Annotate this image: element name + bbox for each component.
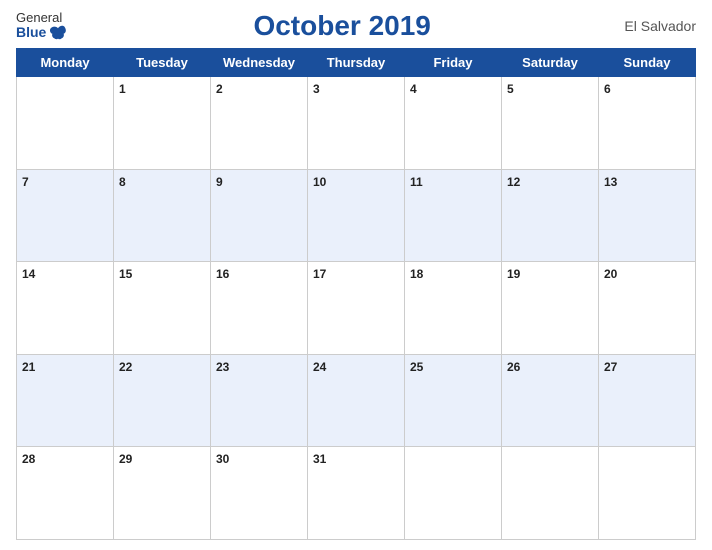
weekday-header-thursday: Thursday [308,49,405,77]
weekday-header-sunday: Sunday [599,49,696,77]
calendar-cell: 10 [308,169,405,262]
calendar-cell: 26 [502,354,599,447]
calendar-cell: 3 [308,77,405,170]
day-number: 18 [410,267,423,281]
calendar-cell: 29 [114,447,211,540]
calendar-cell: 13 [599,169,696,262]
day-number: 5 [507,82,514,96]
day-number: 15 [119,267,132,281]
day-number: 24 [313,360,326,374]
calendar-cell: 22 [114,354,211,447]
calendar-page: General Blue October 2019 El Salvador Mo… [0,0,712,550]
calendar-cell: 23 [211,354,308,447]
weekday-header-saturday: Saturday [502,49,599,77]
logo-general-text: General [16,11,62,25]
day-number: 26 [507,360,520,374]
logo-blue-text: Blue [16,25,68,41]
calendar-week-row: 7 8 9 10 11 12 13 [17,169,696,262]
calendar-cell: 28 [17,447,114,540]
day-number: 9 [216,175,223,189]
day-number: 27 [604,360,617,374]
day-number: 6 [604,82,611,96]
day-number: 22 [119,360,132,374]
logo-bird-icon [48,25,68,41]
day-number: 3 [313,82,320,96]
day-number: 23 [216,360,229,374]
calendar-cell: 19 [502,262,599,355]
header: General Blue October 2019 El Salvador [16,10,696,42]
day-number: 1 [119,82,126,96]
day-number: 19 [507,267,520,281]
calendar-cell: 7 [17,169,114,262]
day-number: 20 [604,267,617,281]
day-number: 21 [22,360,35,374]
calendar-table: MondayTuesdayWednesdayThursdayFridaySatu… [16,48,696,540]
calendar-cell: 27 [599,354,696,447]
day-number: 7 [22,175,29,189]
calendar-cell: 24 [308,354,405,447]
day-number: 2 [216,82,223,96]
calendar-cell: 2 [211,77,308,170]
weekday-header-friday: Friday [405,49,502,77]
weekday-header-tuesday: Tuesday [114,49,211,77]
day-number: 28 [22,452,35,466]
calendar-cell: 6 [599,77,696,170]
calendar-title: October 2019 [68,10,616,42]
day-number: 31 [313,452,326,466]
day-number: 12 [507,175,520,189]
calendar-cell: 11 [405,169,502,262]
country-label: El Salvador [616,18,696,34]
day-number: 4 [410,82,417,96]
calendar-cell: 16 [211,262,308,355]
calendar-cell: 4 [405,77,502,170]
day-number: 29 [119,452,132,466]
day-number: 25 [410,360,423,374]
calendar-week-row: 21 22 23 24 25 26 27 [17,354,696,447]
calendar-cell [405,447,502,540]
calendar-cell: 1 [114,77,211,170]
calendar-cell: 15 [114,262,211,355]
day-number: 30 [216,452,229,466]
calendar-week-row: 14 15 16 17 18 19 20 [17,262,696,355]
calendar-cell: 31 [308,447,405,540]
calendar-cell: 30 [211,447,308,540]
calendar-cell [17,77,114,170]
weekday-header-monday: Monday [17,49,114,77]
calendar-cell [599,447,696,540]
day-number: 8 [119,175,126,189]
logo: General Blue [16,11,68,41]
calendar-cell: 17 [308,262,405,355]
calendar-cell: 21 [17,354,114,447]
calendar-cell: 9 [211,169,308,262]
weekday-header-row: MondayTuesdayWednesdayThursdayFridaySatu… [17,49,696,77]
calendar-cell: 20 [599,262,696,355]
day-number: 14 [22,267,35,281]
weekday-header-wednesday: Wednesday [211,49,308,77]
day-number: 10 [313,175,326,189]
day-number: 17 [313,267,326,281]
day-number: 11 [410,175,423,189]
calendar-cell: 8 [114,169,211,262]
calendar-cell [502,447,599,540]
calendar-week-row: 1 2 3 4 5 6 [17,77,696,170]
calendar-cell: 18 [405,262,502,355]
calendar-cell: 5 [502,77,599,170]
calendar-cell: 14 [17,262,114,355]
calendar-cell: 25 [405,354,502,447]
day-number: 16 [216,267,229,281]
day-number: 13 [604,175,617,189]
calendar-week-row: 28 29 30 31 [17,447,696,540]
calendar-cell: 12 [502,169,599,262]
